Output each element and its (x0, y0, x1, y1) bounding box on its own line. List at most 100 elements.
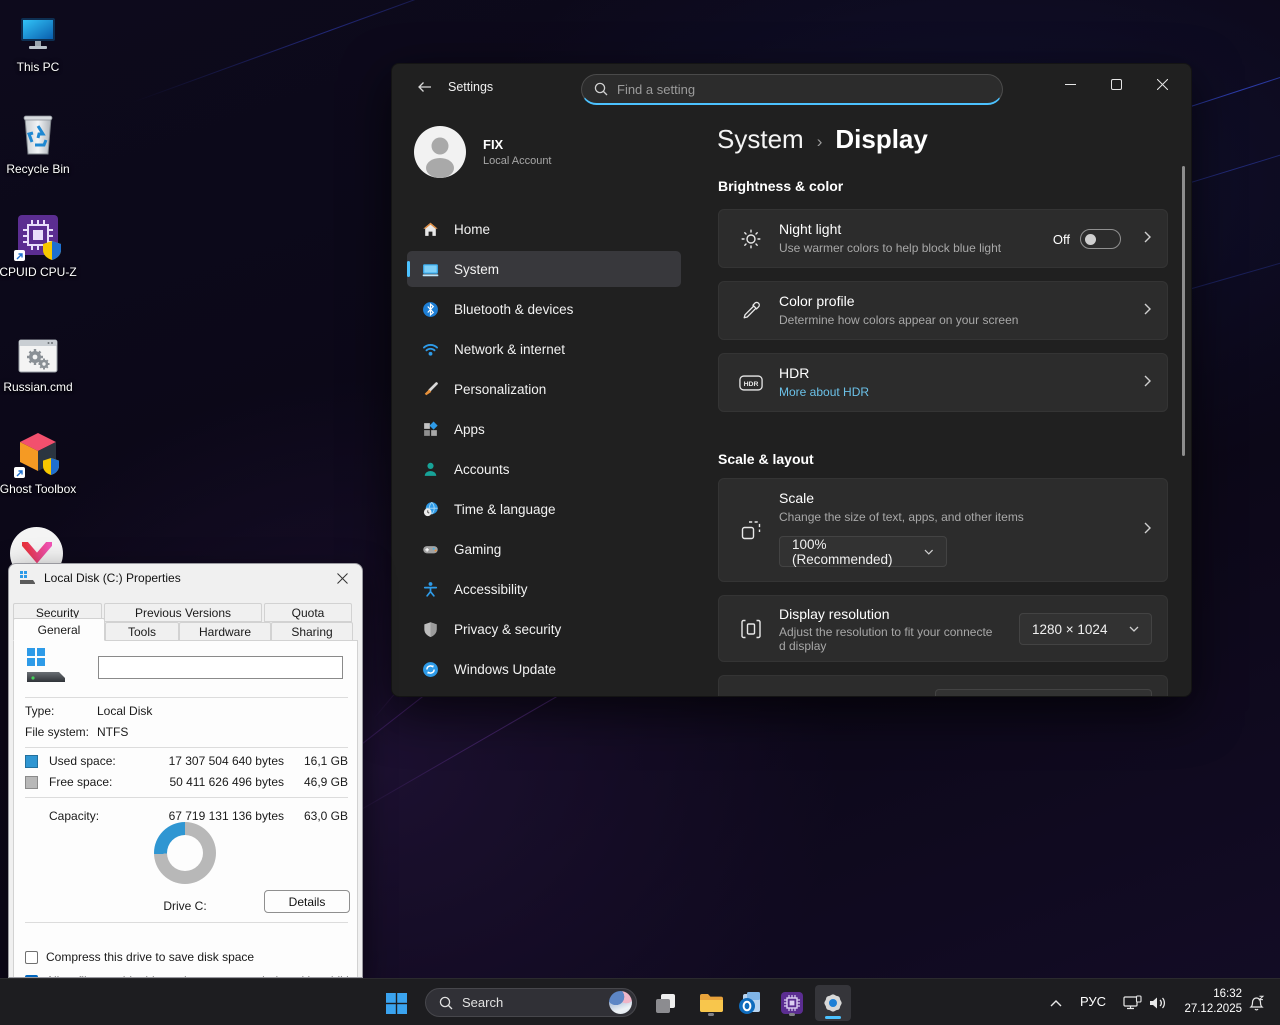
details-button[interactable]: Details (264, 890, 350, 913)
gear-icon (821, 991, 845, 1015)
night-light-state: Off (1053, 232, 1070, 247)
chevron-right-icon (1144, 230, 1151, 248)
scale-title: Scale (779, 490, 1024, 506)
taskbar: Search (0, 978, 1280, 1025)
tray-overflow-button[interactable] (1044, 992, 1068, 1014)
sidebar-item-windows-update[interactable]: Windows Update (407, 651, 681, 687)
hdr-card[interactable]: HDR HDR More about HDR (718, 353, 1168, 412)
sidebar-item-privacy-security[interactable]: Privacy & security (407, 611, 681, 647)
close-button[interactable] (1139, 64, 1185, 104)
minimize-button[interactable] (1047, 64, 1093, 104)
tab-tools[interactable]: Tools (105, 622, 179, 641)
language-indicator[interactable]: РУС (1080, 994, 1106, 1009)
search-input[interactable] (617, 82, 990, 97)
sidebar-item-system[interactable]: System (407, 251, 681, 287)
close-icon (1157, 79, 1168, 90)
tab-sharing[interactable]: Sharing (271, 622, 353, 641)
window-title: Settings (448, 80, 493, 94)
sidebar-item-accessibility[interactable]: Accessibility (407, 571, 681, 607)
desktop-icon-this-pc[interactable]: This PC (0, 8, 78, 74)
recycle-bin-icon (0, 110, 78, 158)
sidebar-item-network-internet[interactable]: Network & internet (407, 331, 681, 367)
sidebar-item-bluetooth-devices[interactable]: Bluetooth & devices (407, 291, 681, 327)
free-space-bytes: 50 411 626 496 bytes (141, 775, 284, 789)
file-explorer-button[interactable] (696, 988, 726, 1018)
desktop-icon-ghost-toolbox[interactable]: Ghost Toolbox (0, 430, 78, 496)
notifications-tray-button[interactable] (1244, 992, 1268, 1014)
scale-card[interactable]: Scale Change the size of text, apps, and… (718, 478, 1168, 582)
tab-hardware[interactable]: Hardware (179, 622, 271, 641)
tray-date: 27.12.2025 (1178, 1002, 1242, 1017)
task-view-button[interactable] (652, 990, 678, 1016)
apps-icon (422, 421, 439, 438)
settings-search-box[interactable] (581, 74, 1003, 105)
user-account-block[interactable]: FIX Local Account (414, 126, 552, 178)
local-disk-properties-dialog: Local Disk (C:) Properties Security Prev… (8, 563, 363, 978)
capacity-gb: 63,0 GB (284, 809, 348, 823)
outlook-button[interactable] (735, 988, 765, 1018)
sidebar-item-gaming[interactable]: Gaming (407, 531, 681, 567)
desktop-icon-recycle-bin[interactable]: Recycle Bin (0, 110, 78, 176)
resolution-dropdown[interactable]: 1280 × 1024 (1019, 613, 1152, 645)
sidebar-item-time-language[interactable]: Time & language (407, 491, 681, 527)
search-highlight-thumbnail (609, 991, 632, 1014)
start-button[interactable] (381, 988, 411, 1018)
user-name: FIX (483, 137, 552, 152)
partial-settings-card[interactable] (718, 675, 1168, 697)
used-space-gb: 16,1 GB (284, 754, 348, 768)
color-profile-title: Color profile (779, 293, 1018, 309)
time-language-icon (422, 501, 439, 518)
network-tray-button[interactable] (1120, 992, 1144, 1014)
maximize-button[interactable] (1093, 64, 1139, 104)
tab-quota[interactable]: Quota (264, 603, 352, 622)
section-brightness-color: Brightness & color (718, 178, 843, 194)
hdr-more-link[interactable]: More about HDR (779, 385, 869, 399)
desktop-icon-russian-cmd[interactable]: Russian.cmd (0, 328, 78, 394)
breadcrumb-root[interactable]: System (717, 124, 804, 155)
update-icon (422, 661, 439, 678)
chevron-right-icon (1144, 374, 1151, 392)
settings-scrollbar[interactable] (1182, 166, 1185, 456)
capacity-bytes: 67 719 131 136 bytes (141, 809, 284, 823)
bluetooth-icon (422, 301, 439, 318)
scale-dropdown[interactable]: 100% (Recommended) (779, 536, 947, 567)
sidebar-item-home[interactable]: Home (407, 211, 681, 247)
tab-previous-versions[interactable]: Previous Versions (104, 603, 262, 622)
night-light-title: Night light (779, 221, 1001, 237)
color-profile-dropper-icon (739, 299, 763, 323)
dialog-close-button[interactable] (322, 564, 362, 592)
color-profile-card[interactable]: Color profile Determine how colors appea… (718, 281, 1168, 340)
compress-checkbox[interactable] (25, 951, 38, 964)
sidebar-item-apps[interactable]: Apps (407, 411, 681, 447)
search-icon (439, 996, 453, 1010)
compress-checkbox-label: Compress this drive to save disk space (46, 950, 254, 964)
used-space-bytes: 17 307 504 640 bytes (141, 754, 284, 768)
taskbar-search-label: Search (462, 995, 609, 1010)
display-resolution-card[interactable]: Display resolution Adjust the resolution… (718, 595, 1168, 662)
hdr-title: HDR (779, 365, 869, 381)
night-light-card[interactable]: Night light Use warmer colors to help bl… (718, 209, 1168, 268)
used-space-legend-swatch (25, 755, 38, 768)
taskbar-search-box[interactable]: Search (425, 988, 637, 1017)
volume-tray-button[interactable] (1146, 992, 1170, 1014)
desktop-icon-cpu-z[interactable]: CPUID CPU-Z (0, 213, 78, 279)
scale-icon (739, 518, 763, 542)
sidebar-item-accounts[interactable]: Accounts (407, 451, 681, 487)
this-pc-monitor-icon (0, 8, 78, 56)
settings-window: Settings FIX Local Account (391, 63, 1192, 697)
resolution-title: Display resolution (779, 606, 1014, 622)
volume-label-input[interactable] (98, 656, 343, 679)
chevron-down-icon (924, 549, 934, 555)
cpu-z-icon (780, 991, 804, 1015)
filesystem-value: NTFS (97, 725, 128, 739)
cpu-z-taskbar-button[interactable] (777, 988, 807, 1018)
sidebar-item-personalization[interactable]: Personalization (407, 371, 681, 407)
settings-taskbar-button[interactable] (815, 985, 851, 1021)
night-light-toggle[interactable] (1080, 229, 1121, 249)
speaker-icon (1149, 995, 1167, 1011)
capacity-label: Capacity: (49, 809, 141, 823)
clock[interactable]: 16:32 27.12.2025 (1178, 987, 1242, 1017)
scale-value: 100% (Recommended) (792, 537, 924, 567)
back-button[interactable] (408, 76, 440, 98)
tab-general[interactable]: General (13, 618, 105, 641)
